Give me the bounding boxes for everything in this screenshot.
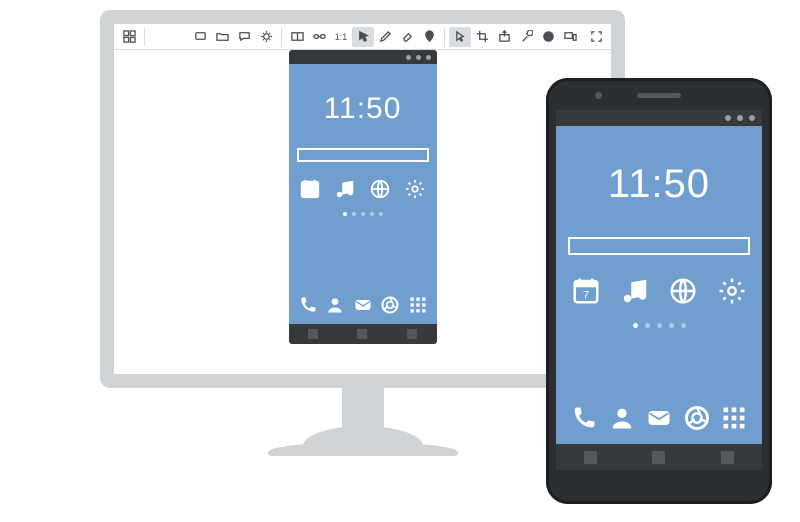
dock: [297, 294, 429, 320]
chat-button[interactable]: [233, 27, 255, 47]
phone-navbar: [556, 444, 762, 470]
folder-button[interactable]: [211, 27, 233, 47]
emulator-statusbar: [289, 50, 437, 64]
apps-icon[interactable]: [718, 402, 750, 434]
nav-back-button[interactable]: [584, 451, 597, 464]
clock-widget[interactable]: 11:50: [324, 92, 402, 126]
settings-icon[interactable]: [714, 273, 750, 309]
search-input[interactable]: [568, 237, 750, 255]
design-canvas[interactable]: 11:50 7: [114, 50, 611, 374]
physical-phone: 11:50 7: [546, 78, 772, 504]
phone-icon[interactable]: [568, 402, 600, 434]
tools-button[interactable]: [515, 27, 537, 47]
settings-icon[interactable]: [402, 176, 428, 202]
nav-home-button[interactable]: [357, 329, 367, 339]
phone-homescreen: 11:50 7: [556, 126, 762, 444]
ratio-button[interactable]: 1:1: [330, 27, 352, 47]
eraser-button[interactable]: [396, 27, 418, 47]
nav-back-button[interactable]: [308, 329, 318, 339]
emulator-device[interactable]: 11:50 7: [289, 50, 437, 344]
svg-text:7: 7: [307, 188, 312, 197]
nav-home-button[interactable]: [652, 451, 665, 464]
calendar-icon[interactable]: 7: [297, 176, 323, 202]
pointer-button[interactable]: [352, 27, 374, 47]
nav-recent-button[interactable]: [407, 329, 417, 339]
app-row: 7: [568, 273, 750, 309]
ratio-label: 1:1: [333, 32, 350, 42]
emulator-navbar: [289, 324, 437, 344]
cursor-button[interactable]: [449, 27, 471, 47]
svg-text:7: 7: [583, 290, 589, 302]
browser-icon[interactable]: [681, 402, 713, 434]
dock: [568, 402, 750, 438]
globe-icon[interactable]: [665, 273, 701, 309]
phone-speaker: [637, 93, 681, 98]
page-indicator[interactable]: [343, 212, 383, 216]
music-icon[interactable]: [332, 176, 358, 202]
grid-view-button[interactable]: [118, 27, 140, 47]
monitor-base: [268, 444, 458, 456]
phone-icon[interactable]: [297, 294, 319, 316]
fullscreen-button[interactable]: [585, 27, 607, 47]
app-row: 7: [297, 176, 429, 202]
pencil-button[interactable]: [374, 27, 396, 47]
contact-icon[interactable]: [606, 402, 638, 434]
calendar-icon[interactable]: 7: [568, 273, 604, 309]
contact-icon[interactable]: [324, 294, 346, 316]
phone-statusbar: [556, 110, 762, 126]
nav-recent-button[interactable]: [721, 451, 734, 464]
export-button[interactable]: [493, 27, 515, 47]
target-button[interactable]: [537, 27, 559, 47]
device-button[interactable]: [189, 27, 211, 47]
mail-icon[interactable]: [643, 402, 675, 434]
layout-link-button[interactable]: [308, 27, 330, 47]
music-icon[interactable]: [617, 273, 653, 309]
mail-icon[interactable]: [352, 294, 374, 316]
phone-camera: [595, 92, 602, 99]
brightness-button[interactable]: [255, 27, 277, 47]
phone-body: 11:50 7: [546, 78, 772, 504]
globe-icon[interactable]: [367, 176, 393, 202]
pin-button[interactable]: [418, 27, 440, 47]
layout-horizontal-button[interactable]: [286, 27, 308, 47]
emulator-homescreen: 11:50 7: [289, 64, 437, 324]
crop-button[interactable]: [471, 27, 493, 47]
search-input[interactable]: [297, 148, 429, 162]
editor-toolbar: 1:1: [114, 24, 611, 50]
page-indicator[interactable]: [633, 323, 686, 328]
clock-widget[interactable]: 11:50: [608, 162, 710, 207]
apps-icon[interactable]: [407, 294, 429, 316]
browser-icon[interactable]: [379, 294, 401, 316]
mirror-button[interactable]: [559, 27, 581, 47]
